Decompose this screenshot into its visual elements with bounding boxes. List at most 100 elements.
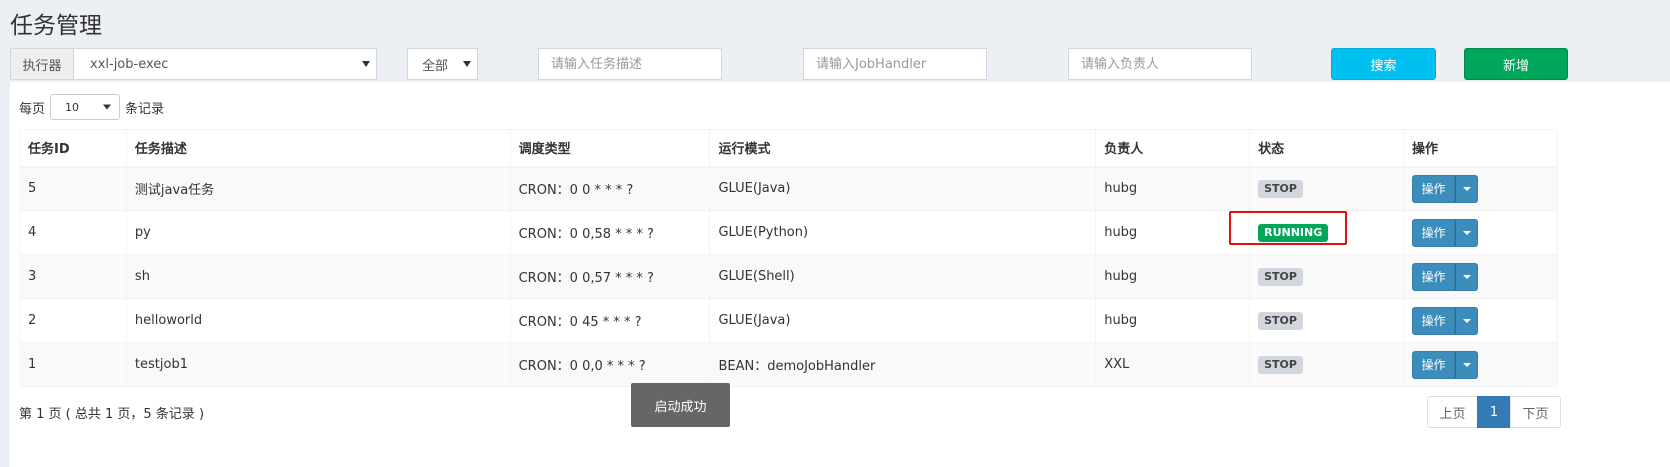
cell-mode: GLUE(Python): [709, 210, 1097, 255]
operation-dropdown-toggle[interactable]: [1455, 350, 1479, 379]
cell-owner: hubg: [1095, 254, 1251, 299]
cell-operation: 操作: [1403, 342, 1558, 387]
operation-button[interactable]: 操作: [1412, 218, 1456, 247]
cell-schedule: CRON：0 45 * * * ?: [509, 298, 711, 343]
cell-operation: 操作: [1403, 254, 1558, 299]
page-size-prefix: 每页: [19, 101, 46, 117]
header-status[interactable]: 状态: [1249, 129, 1405, 168]
cell-mode: GLUE(Java): [709, 166, 1097, 211]
page-size-value: 10: [65, 100, 80, 114]
status-badge: STOP: [1258, 267, 1303, 286]
filter-bar: 执行器 xxl-job-exec 全部 搜索 新增: [0, 48, 1670, 82]
cell-status: STOP: [1249, 342, 1405, 387]
next-page-button[interactable]: 下页: [1510, 396, 1561, 428]
prev-page-button[interactable]: 上页: [1427, 396, 1478, 428]
header-run-mode[interactable]: 运行模式: [709, 129, 1097, 168]
job-list-box: 每页 10 条记录 任务ID 任务描述 调度类型 运行模式 负责人 状态 操作 …: [10, 82, 1670, 467]
caret-down-icon: [1462, 186, 1471, 191]
cell-schedule: CRON：0 0 * * * ?: [509, 166, 711, 211]
caret-down-icon: [103, 104, 112, 110]
cell-job-id: 3: [19, 254, 127, 299]
cell-owner: hubg: [1095, 166, 1251, 211]
cell-operation: 操作: [1403, 210, 1558, 255]
executor-label: 执行器: [11, 49, 74, 79]
add-button[interactable]: 新增: [1464, 48, 1568, 80]
status-badge: STOP: [1258, 355, 1303, 374]
page-1-button[interactable]: 1: [1477, 396, 1511, 428]
operation-button[interactable]: 操作: [1412, 350, 1456, 379]
table-row: 1 testjob1 CRON：0 0,0 * * * ? BEAN：demoJ…: [19, 342, 1558, 387]
operation-button-group: 操作: [1412, 350, 1479, 379]
status-select[interactable]: 全部: [407, 48, 478, 80]
executor-select-group[interactable]: 执行器 xxl-job-exec: [10, 48, 377, 80]
header-job-id[interactable]: 任务ID: [19, 129, 127, 168]
operation-dropdown-toggle[interactable]: [1455, 262, 1479, 291]
page-size-select[interactable]: 10: [50, 94, 121, 120]
table-row: 2 helloworld CRON：0 45 * * * ? GLUE(Java…: [19, 298, 1558, 343]
cell-job-desc: 测试java任务: [125, 166, 511, 211]
cell-status: STOP: [1249, 254, 1405, 299]
header-job-desc[interactable]: 任务描述: [125, 129, 511, 168]
cell-mode: GLUE(Java): [709, 298, 1097, 343]
caret-down-icon: [1462, 274, 1471, 279]
owner-input[interactable]: [1068, 48, 1252, 80]
status-badge: STOP: [1258, 311, 1303, 330]
cell-schedule: CRON：0 0,57 * * * ?: [509, 254, 711, 299]
status-value: 全部: [422, 58, 449, 74]
cell-owner: XXL: [1095, 342, 1251, 387]
cell-owner: hubg: [1095, 210, 1251, 255]
executor-select[interactable]: xxl-job-exec: [74, 49, 376, 79]
operation-dropdown-toggle[interactable]: [1455, 174, 1479, 203]
operation-button[interactable]: 操作: [1412, 262, 1456, 291]
cell-status: STOP: [1249, 298, 1405, 343]
cell-status: STOP: [1249, 166, 1405, 211]
job-table: 任务ID 任务描述 调度类型 运行模式 负责人 状态 操作 5 测试java任务…: [19, 129, 1558, 387]
toast-message: 启动成功: [631, 383, 730, 427]
search-button[interactable]: 搜索: [1331, 48, 1436, 80]
table-row: 5 测试java任务 CRON：0 0 * * * ? GLUE(Java) h…: [19, 166, 1558, 211]
operation-button-group: 操作: [1412, 262, 1479, 291]
cell-job-id: 5: [19, 166, 127, 211]
header-owner[interactable]: 负责人: [1095, 129, 1251, 168]
cell-operation: 操作: [1403, 298, 1558, 343]
cell-schedule: CRON：0 0,0 * * * ?: [509, 342, 711, 387]
status-badge: STOP: [1258, 179, 1303, 198]
cell-job-desc: sh: [125, 254, 511, 299]
caret-down-icon: [362, 61, 370, 67]
page-size-suffix: 条记录: [125, 101, 165, 117]
table-row: 3 sh CRON：0 0,57 * * * ? GLUE(Shell) hub…: [19, 254, 1558, 299]
cell-operation: 操作: [1403, 166, 1558, 211]
cell-mode: BEAN：demoJobHandler: [709, 342, 1097, 387]
cell-job-desc: py: [125, 210, 511, 255]
operation-button[interactable]: 操作: [1412, 306, 1456, 335]
cell-schedule: CRON：0 0,58 * * * ?: [509, 210, 711, 255]
operation-button-group: 操作: [1412, 306, 1479, 335]
caret-down-icon: [1462, 318, 1471, 323]
caret-down-icon: [463, 61, 471, 67]
caret-down-icon: [1462, 362, 1471, 367]
cell-job-id: 4: [19, 210, 127, 255]
cell-mode: GLUE(Shell): [709, 254, 1097, 299]
cell-job-id: 1: [19, 342, 127, 387]
cell-job-desc: helloworld: [125, 298, 511, 343]
operation-button-group: 操作: [1412, 174, 1479, 203]
header-schedule-type[interactable]: 调度类型: [509, 129, 711, 168]
operation-dropdown-toggle[interactable]: [1455, 306, 1479, 335]
job-desc-input[interactable]: [538, 48, 722, 80]
cell-owner: hubg: [1095, 298, 1251, 343]
pagination: 上页 1 下页: [1427, 396, 1561, 428]
page-size-control: 每页 10 条记录: [19, 94, 164, 120]
cell-job-desc: testjob1: [125, 342, 511, 387]
job-handler-input[interactable]: [803, 48, 987, 80]
operation-dropdown-toggle[interactable]: [1455, 218, 1479, 247]
pagination-info: 第 1 页 ( 总共 1 页，5 条记录 ): [19, 407, 205, 422]
operation-button[interactable]: 操作: [1412, 174, 1456, 203]
table-header-row: 任务ID 任务描述 调度类型 运行模式 负责人 状态 操作: [19, 129, 1558, 168]
caret-down-icon: [1462, 230, 1471, 235]
page-title: 任务管理: [10, 13, 102, 39]
executor-value: xxl-job-exec: [90, 56, 169, 72]
cell-job-id: 2: [19, 298, 127, 343]
header-operation: 操作: [1403, 129, 1558, 168]
red-highlight-annotation: [1229, 211, 1347, 245]
operation-button-group: 操作: [1412, 218, 1479, 247]
